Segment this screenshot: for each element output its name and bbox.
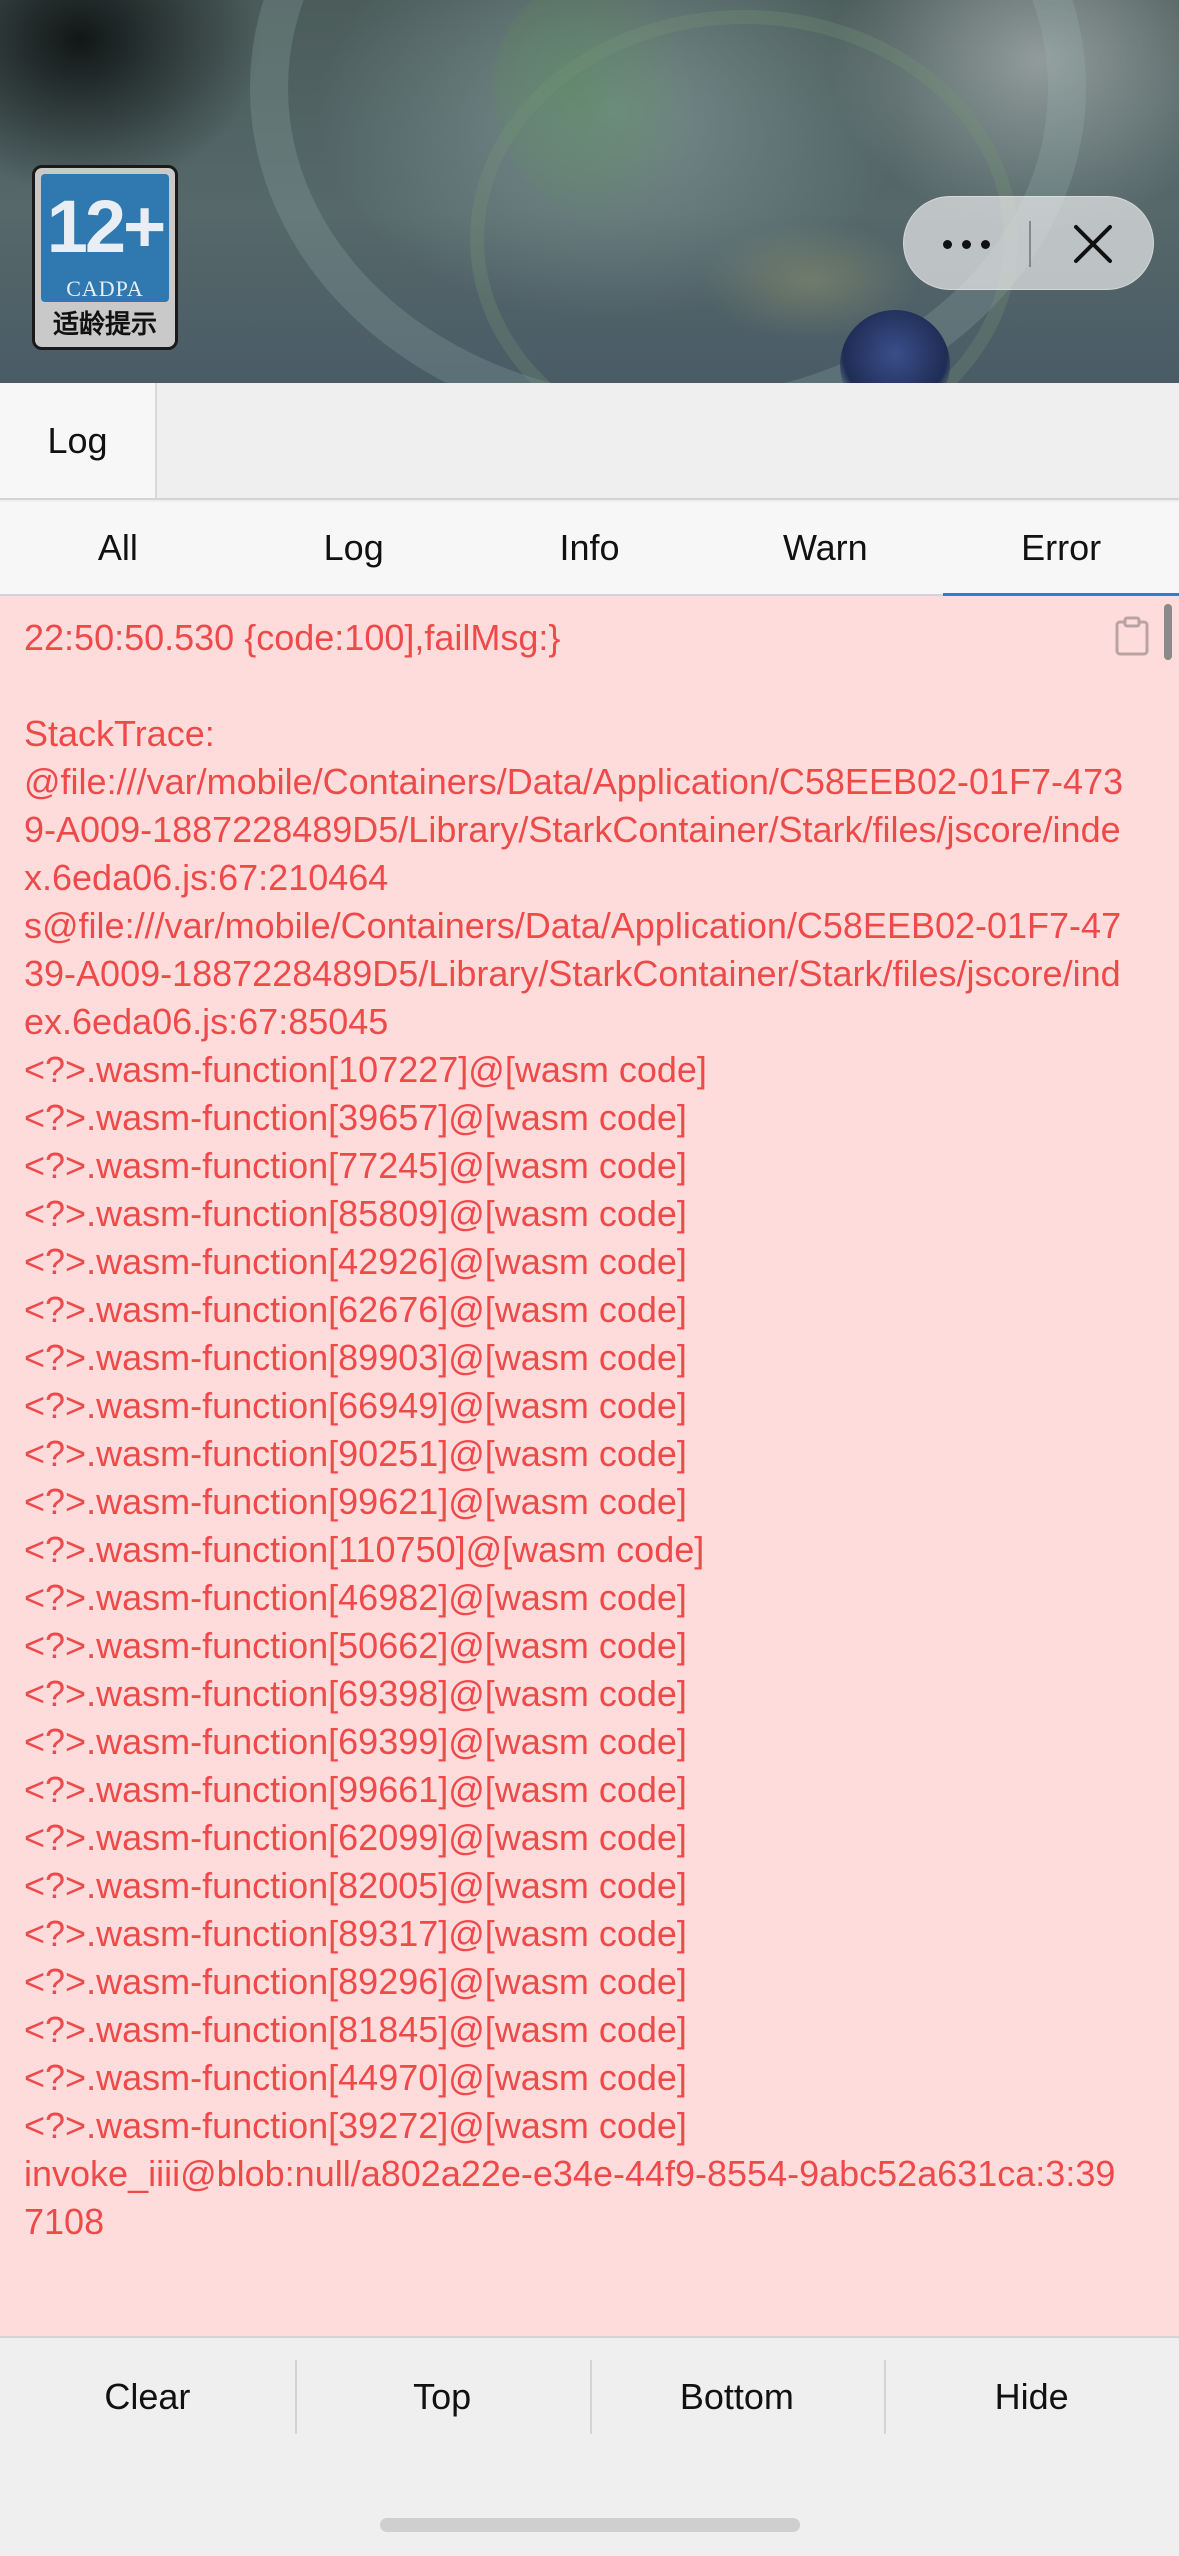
log-line: <?>.wasm-function[39657]@[wasm code] [24,1097,687,1138]
clipboard-icon-glyph [1115,616,1149,656]
log-line: <?>.wasm-function[46982]@[wasm code] [24,1577,687,1618]
age-rating-badge: 12+ CADPA 适龄提示 [32,165,178,350]
clear-button[interactable]: Clear [0,2338,295,2456]
console-panel-tabs: Log [0,383,1179,500]
log-scrollbar[interactable] [1164,604,1172,660]
miniprogram-capsule [903,196,1154,290]
log-line: <?>.wasm-function[62676]@[wasm code] [24,1289,687,1330]
top-button[interactable]: Top [294,2338,590,2456]
close-icon[interactable] [1031,197,1155,291]
ellipsis-dot [981,239,990,249]
log-line: <?>.wasm-function[66949]@[wasm code] [24,1385,687,1426]
hide-button[interactable]: Hide [884,2338,1179,2456]
filter-tab-warn[interactable]: Warn [707,502,943,594]
log-line: <?>.wasm-function[42926]@[wasm code] [24,1241,687,1282]
log-line: <?>.wasm-function[99621]@[wasm code] [24,1481,687,1522]
age-rating-caption: 适龄提示 [52,309,157,339]
log-line: @file:///var/mobile/Containers/Data/Appl… [24,761,1124,898]
age-rating-number: 12+ [46,185,167,268]
log-line: <?>.wasm-function[90251]@[wasm code] [24,1433,687,1474]
bottom-button[interactable]: Bottom [589,2338,885,2456]
log-line: <?>.wasm-function[82005]@[wasm code] [24,1865,687,1906]
filter-tab-all[interactable]: All [0,502,236,594]
log-line: s@file:///var/mobile/Containers/Data/App… [24,905,1122,1042]
console-bottom-bar: Clear Top Bottom Hide [0,2336,1179,2556]
ellipsis-dot [962,239,971,249]
filter-tab-info[interactable]: Info [472,502,708,594]
log-line: <?>.wasm-function[89317]@[wasm code] [24,1913,687,1954]
log-line: invoke_iiii@blob:null/a802a22e-e34e-44f9… [24,2153,1116,2242]
home-indicator[interactable] [380,2518,800,2532]
log-line: 22:50:50.530 {code:100],failMsg:} [24,617,561,658]
log-line: <?>.wasm-function[39272]@[wasm code] [24,2105,687,2146]
log-line: <?>.wasm-function[107227]@[wasm code] [24,1049,707,1090]
log-line: <?>.wasm-function[69399]@[wasm code] [24,1721,687,1762]
log-line: <?>.wasm-function[50662]@[wasm code] [24,1625,687,1666]
log-line: <?>.wasm-function[99661]@[wasm code] [24,1769,687,1810]
filter-tab-error[interactable]: Error [943,502,1179,596]
close-icon-glyph [1074,225,1112,263]
log-line: <?>.wasm-function[44970]@[wasm code] [24,2057,687,2098]
age-rating-org: CADPA [66,276,144,301]
log-line: <?>.wasm-function[89903]@[wasm code] [24,1337,687,1378]
log-line: <?>.wasm-function[69398]@[wasm code] [24,1673,687,1714]
log-line: <?>.wasm-function[110750]@[wasm code] [24,1529,705,1570]
error-log-entry[interactable]: 22:50:50.530 {code:100],failMsg:} StackT… [0,596,1179,2336]
ellipsis-icon[interactable] [904,197,1029,291]
log-line: StackTrace: [24,713,215,754]
log-line: <?>.wasm-function[62099]@[wasm code] [24,1817,687,1858]
log-line: <?>.wasm-function[89296]@[wasm code] [24,1961,687,2002]
age-rating-panel: 12+ CADPA [41,174,169,302]
ellipsis-dot [943,239,952,249]
clipboard-icon[interactable] [1114,616,1150,656]
log-filter-bar: All Log Info Warn Error [0,502,1179,596]
panel-tab-log[interactable]: Log [0,383,157,498]
log-line: <?>.wasm-function[85809]@[wasm code] [24,1193,687,1234]
log-line: <?>.wasm-function[77245]@[wasm code] [24,1145,687,1186]
log-message: 22:50:50.530 {code:100],failMsg:} StackT… [24,614,1124,2246]
log-line: <?>.wasm-function[81845]@[wasm code] [24,2009,687,2050]
filter-tab-log[interactable]: Log [236,502,472,594]
